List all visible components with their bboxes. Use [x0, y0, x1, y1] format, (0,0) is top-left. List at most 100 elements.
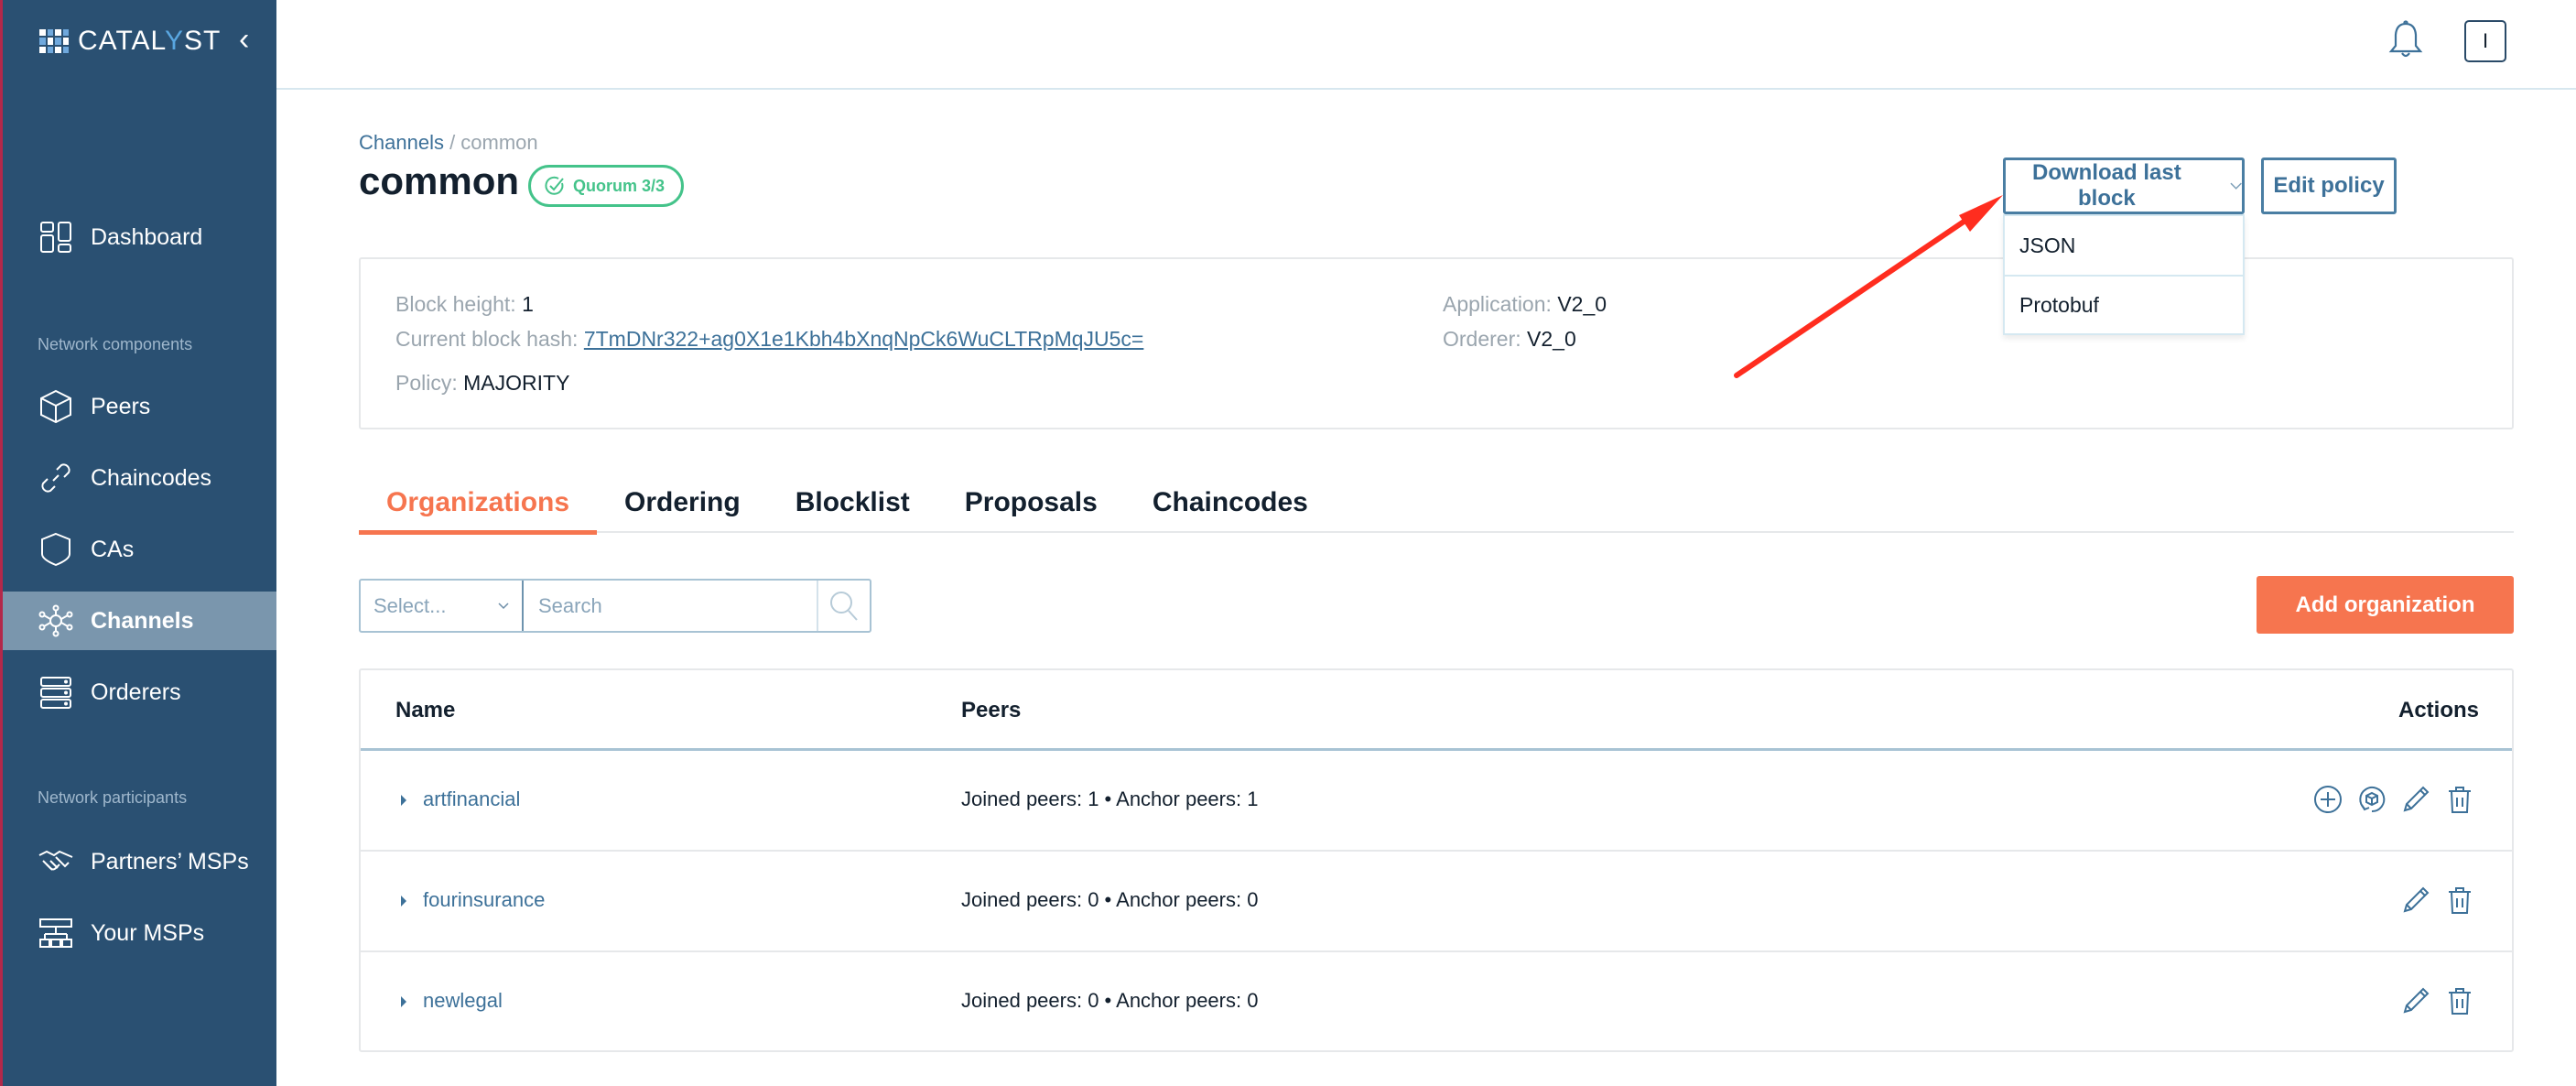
download-last-block-button[interactable]: Download last block — [2003, 157, 2245, 214]
delete-icon[interactable] — [2444, 885, 2475, 916]
logo-icon — [39, 29, 69, 53]
channel-tabs: Organizations Ordering Blocklist Proposa… — [359, 483, 2514, 535]
sidebar-item-dashboard[interactable]: Dashboard — [3, 208, 276, 266]
breadcrumb: Channels / common — [359, 131, 538, 155]
sidebar-item-label: Dashboard — [91, 223, 203, 250]
sidebar-item-orderers[interactable]: Orderers — [3, 663, 276, 722]
page-title: common — [359, 159, 520, 202]
download-format-menu: JSON Protobuf — [2003, 214, 2245, 335]
column-name: Name — [395, 698, 456, 722]
logo: CATALYST — [39, 26, 221, 57]
tab-organizations[interactable]: Organizations — [359, 483, 598, 535]
quorum-label: Quorum 3/3 — [573, 176, 666, 195]
peers-summary: Joined peers: 0 • Anchor peers: 0 — [961, 888, 1259, 911]
org-name-link[interactable]: newlegal — [423, 989, 503, 1013]
sidebar-item-chaincodes[interactable]: Chaincodes — [3, 449, 276, 507]
peers-summary: Joined peers: 1 • Anchor peers: 1 — [961, 787, 1259, 810]
org-name-link[interactable]: fourinsurance — [423, 888, 545, 912]
delete-icon[interactable] — [2444, 985, 2475, 1016]
sidebar-item-label: Channels — [91, 607, 194, 634]
search-icon — [830, 591, 858, 621]
sidebar-item-channels[interactable]: Channels — [3, 592, 276, 650]
shield-icon — [38, 531, 74, 568]
orderer-version: Orderer: V2_0 — [1443, 327, 1576, 351]
avatar[interactable]: I — [2464, 20, 2506, 62]
add-organization-button[interactable]: Add organization — [2257, 576, 2514, 634]
network-icon — [38, 603, 74, 639]
add-icon[interactable] — [2312, 784, 2343, 815]
sidebar-item-label: CAs — [91, 536, 135, 562]
row-actions — [2312, 784, 2475, 815]
server-icon — [38, 674, 74, 711]
sidebar-item-partners-msps[interactable]: Partners’ MSPs — [3, 832, 276, 891]
logo-text: CATALYST — [78, 26, 222, 56]
sidebar-item-peers[interactable]: Peers — [3, 377, 276, 436]
sidebar-item-label: Orderers — [91, 679, 181, 705]
edit-icon[interactable] — [2400, 784, 2431, 815]
application-version: Application: V2_0 — [1443, 292, 1607, 316]
edit-policy-button[interactable]: Edit policy — [2261, 157, 2397, 214]
sidebar-item-label: Your MSPs — [91, 919, 205, 946]
download-last-block-label: Download last block — [2032, 160, 2181, 211]
current-block-hash: Current block hash: 7TmDNr322+ag0X1e1Kbh… — [395, 327, 1144, 351]
chevron-down-icon — [2230, 182, 2242, 190]
sidebar-item-label: Partners’ MSPs — [91, 848, 249, 874]
table-row: fourinsurance Joined peers: 0 • Anchor p… — [361, 852, 2512, 952]
tab-chaincodes[interactable]: Chaincodes — [1125, 483, 1336, 533]
expand-caret-icon[interactable] — [401, 896, 406, 907]
delete-icon[interactable] — [2444, 784, 2475, 815]
peers-summary: Joined peers: 0 • Anchor peers: 0 — [961, 989, 1259, 1012]
expand-caret-icon[interactable] — [401, 996, 406, 1007]
chevron-left-icon[interactable]: ‹ — [239, 24, 249, 55]
row-actions — [2400, 885, 2475, 916]
policy-value: MAJORITY — [463, 371, 570, 395]
search-input[interactable] — [524, 581, 817, 631]
topbar — [276, 0, 2576, 90]
sidebar-item-cas[interactable]: CAs — [3, 520, 276, 579]
section-network-participants: Network participants — [38, 788, 188, 807]
app: CATALYST ‹ Dashboard Network components … — [0, 0, 2576, 1086]
dashboard-icon — [38, 219, 74, 255]
link-icon — [38, 460, 74, 496]
chevron-down-icon — [498, 602, 509, 609]
column-actions: Actions — [2397, 698, 2479, 722]
edit-icon[interactable] — [2400, 885, 2431, 916]
sidebar-item-label: Peers — [91, 393, 151, 419]
orderer-value: V2_0 — [1527, 327, 1576, 351]
breadcrumb-current: common — [460, 131, 538, 154]
quorum-badge: Quorum 3/3 — [528, 165, 685, 207]
edit-icon[interactable] — [2400, 985, 2431, 1016]
filter-select[interactable]: Select... — [361, 581, 524, 631]
expand-caret-icon[interactable] — [401, 795, 406, 806]
breadcrumb-separator: / — [443, 131, 461, 154]
sidebar-item-your-msps[interactable]: Your MSPs — [3, 904, 276, 962]
block-height: Block height: 1 — [395, 292, 534, 316]
breadcrumb-channels-link[interactable]: Channels — [359, 131, 444, 154]
row-actions — [2400, 985, 2475, 1016]
bell-icon[interactable] — [2387, 20, 2424, 60]
menu-item-protobuf[interactable]: Protobuf — [2005, 275, 2243, 333]
select-placeholder: Select... — [373, 593, 447, 617]
block-height-value: 1 — [522, 292, 534, 316]
block-hash-link[interactable]: 7TmDNr322+ag0X1e1Kbh4bXnqNpCk6WuCLTRpMqJ… — [584, 327, 1144, 351]
sidebar: CATALYST ‹ Dashboard Network components … — [0, 0, 276, 1086]
tab-proposals[interactable]: Proposals — [937, 483, 1125, 533]
application-value: V2_0 — [1557, 292, 1607, 316]
hierarchy-icon — [38, 915, 74, 951]
section-network-components: Network components — [38, 335, 193, 353]
organizations-table: Name Peers Actions artfinancial Joined p… — [359, 668, 2514, 1052]
menu-item-json[interactable]: JSON — [2005, 216, 2243, 275]
column-peers: Peers — [961, 698, 1022, 722]
filter-bar: Select... — [359, 579, 871, 633]
search-button[interactable] — [817, 581, 870, 631]
handshake-icon — [38, 843, 74, 880]
policy: Policy: MAJORITY — [395, 371, 570, 395]
sync-icon[interactable] — [2356, 784, 2387, 815]
org-name-link[interactable]: artfinancial — [423, 787, 520, 811]
check-circle-icon — [545, 176, 564, 195]
tab-ordering[interactable]: Ordering — [597, 483, 768, 533]
cube-icon — [38, 388, 74, 425]
tab-blocklist[interactable]: Blocklist — [768, 483, 937, 533]
sidebar-item-label: Chaincodes — [91, 464, 212, 491]
table-header: Name Peers Actions — [361, 670, 2512, 751]
